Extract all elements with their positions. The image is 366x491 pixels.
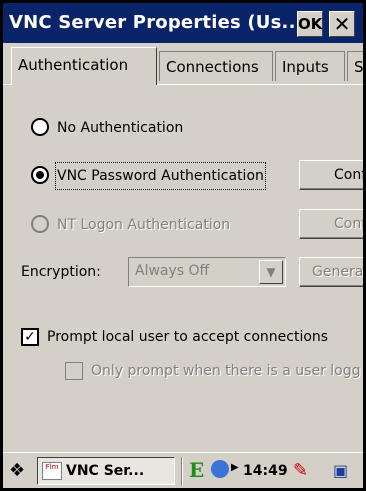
input-panel-icon[interactable]: ✎ — [293, 461, 313, 481]
taskbar-app-button[interactable]: Flm VNC Ser... — [37, 457, 175, 485]
title-bar: VNC Server Properties (Us... OK ✕ — [3, 3, 363, 43]
tab-strip: Authentication Connections Inputs S — [3, 43, 363, 89]
only-prompt-checkbox[interactable] — [65, 362, 83, 380]
dialog-window: VNC Server Properties (Us... OK ✕ Authen… — [3, 3, 363, 488]
taskbar: ❖ Flm VNC Ser... E ▶ 14:49 ✎ ▣ — [3, 452, 363, 488]
prompt-accept-label: Prompt local user to accept connections — [47, 329, 329, 345]
show-desktop-icon[interactable]: ▣ — [333, 461, 357, 481]
tray-divider — [181, 457, 183, 485]
radio-label: NT Logon Authentication — [57, 217, 231, 233]
e-tray-icon[interactable]: E — [189, 458, 204, 482]
generate-button[interactable]: Genera — [299, 257, 363, 287]
radio-label: VNC Password Authentication — [55, 162, 266, 190]
encryption-value: Always Off — [135, 263, 210, 279]
radio-button[interactable] — [31, 215, 49, 233]
only-prompt-label: Only prompt when there is a user logg — [91, 363, 361, 379]
clock[interactable]: 14:49 — [243, 453, 288, 488]
start-menu-icon[interactable]: ❖ — [9, 460, 31, 482]
app-icon: Flm — [42, 462, 62, 480]
radio-label: No Authentication — [57, 120, 184, 136]
configure-password-button[interactable]: Conf — [299, 160, 363, 190]
radio-button-selected[interactable] — [31, 166, 49, 184]
tab-inputs[interactable]: Inputs — [275, 51, 345, 81]
window-title: VNC Server Properties (Us... — [9, 12, 303, 33]
close-button[interactable]: ✕ — [329, 11, 355, 37]
configure-nt-logon-button[interactable]: Conf — [299, 209, 363, 239]
radio-button[interactable] — [31, 118, 49, 136]
encryption-dropdown[interactable]: Always Off ▼ — [128, 257, 286, 287]
tab-connections[interactable]: Connections — [159, 51, 273, 81]
prompt-accept-checkbox[interactable]: ✓ — [21, 328, 39, 346]
tab-more[interactable]: S — [347, 51, 363, 81]
network-icon[interactable] — [211, 460, 229, 478]
tab-authentication[interactable]: Authentication — [11, 47, 157, 85]
chevron-down-icon[interactable]: ▼ — [259, 260, 283, 284]
taskbar-app-label: VNC Ser... — [66, 463, 145, 479]
encryption-label: Encryption: — [21, 264, 101, 280]
arrow-right-icon: ▶ — [231, 462, 239, 473]
ok-button[interactable]: OK — [297, 11, 323, 37]
